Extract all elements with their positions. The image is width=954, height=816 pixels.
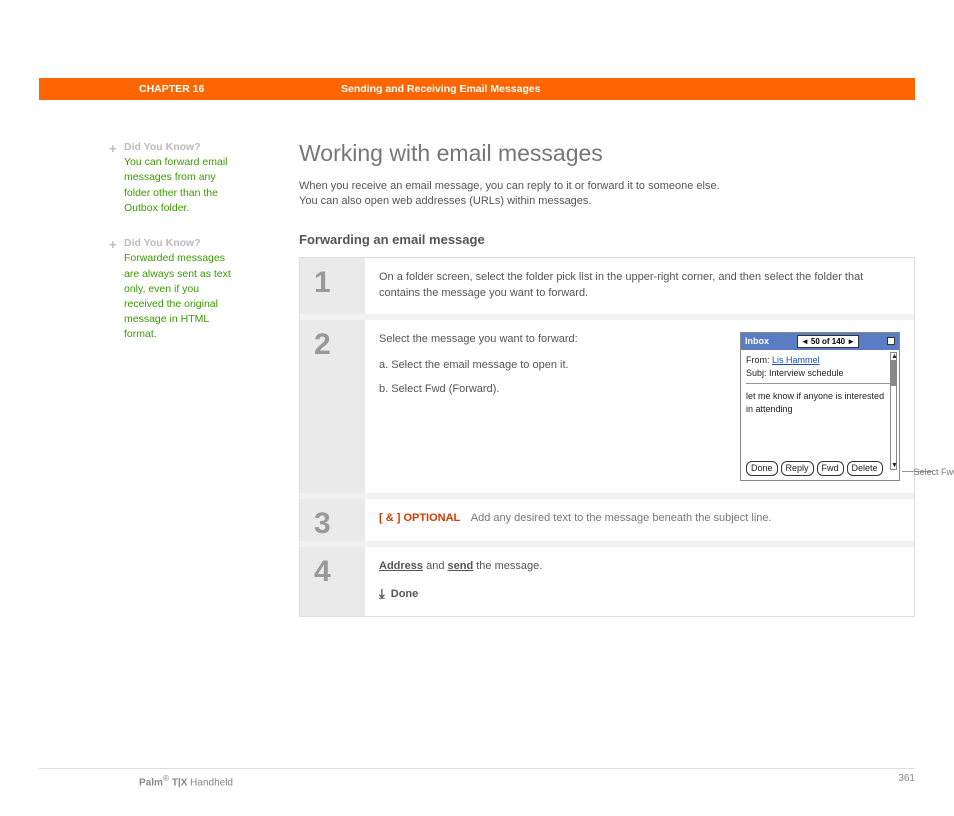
device-fwd-button: Fwd <box>817 461 844 476</box>
menu-icon <box>887 337 895 345</box>
link-address[interactable]: Address <box>379 560 423 572</box>
step-lead: Select the message you want to forward: <box>379 332 722 348</box>
step-number: 4 <box>300 547 365 616</box>
footer-brand: Palm® T|X Handheld <box>39 773 233 788</box>
section-subtitle: Forwarding an email message <box>299 232 915 247</box>
steps-container: 1 On a folder screen, select the folder … <box>299 257 915 617</box>
done-label: Done <box>391 587 419 603</box>
step-content: Select the message you want to forward: … <box>365 320 914 494</box>
step-text: On a folder screen, select the folder pi… <box>379 271 863 299</box>
device-titlebar: Inbox ◄ 50 of 140 ► <box>741 333 899 351</box>
message-body-line: let me know if anyone is interested <box>746 390 894 403</box>
link-send[interactable]: send <box>448 560 474 572</box>
pager-text: 50 of 140 <box>811 336 845 348</box>
did-you-know-block: + Did You Know? Forwarded messages are a… <box>124 236 239 343</box>
chapter-header: CHAPTER 16 Sending and Receiving Email M… <box>39 78 915 100</box>
pager-right-icon: ► <box>847 336 855 348</box>
optional-tag: [ & ] OPTIONAL <box>379 512 460 524</box>
device-done-button: Done <box>746 461 778 476</box>
from-label: From: <box>746 355 772 365</box>
from-name: Lis Hammel <box>772 355 820 365</box>
device-button-row: Done Reply Fwd Delete <box>741 458 899 480</box>
step-number: 1 <box>300 258 365 314</box>
step-number: 3 <box>300 499 365 541</box>
done-arrow-icon: ⤓ <box>379 585 385 604</box>
scroll-up-icon: ▲ <box>891 353 896 360</box>
step-content: On a folder screen, select the folder pi… <box>365 258 914 314</box>
device-delete-button: Delete <box>847 461 883 476</box>
brand-name: Palm <box>139 777 163 788</box>
callout-label: Select Fwd <box>913 466 954 479</box>
step-mid: and <box>423 560 447 572</box>
brand-model: T|X <box>169 777 187 788</box>
scroll-thumb <box>891 360 896 386</box>
did-you-know-block: + Did You Know? You can forward email me… <box>124 140 239 216</box>
step-row: 1 On a folder screen, select the folder … <box>300 258 914 320</box>
scrollbar: ▲ ▼ <box>890 352 897 470</box>
plus-icon: + <box>109 140 117 159</box>
dyk-text: You can forward email messages from any … <box>124 156 228 214</box>
plus-icon: + <box>109 236 117 255</box>
chapter-number: CHAPTER 16 <box>139 83 341 95</box>
subject-line: Subj: Interview schedule <box>746 367 894 384</box>
step-tail: the message. <box>473 560 542 572</box>
subj-label: Subj: <box>746 368 769 378</box>
pager-left-icon: ◄ <box>801 336 809 348</box>
subj-text: Interview schedule <box>769 368 844 378</box>
device-reply-button: Reply <box>781 461 814 476</box>
dyk-label: Did You Know? <box>124 237 201 249</box>
intro-line: When you receive an email message, you c… <box>299 180 720 192</box>
chapter-title: Sending and Receiving Email Messages <box>341 83 541 95</box>
folder-name: Inbox <box>745 335 769 348</box>
step-number: 2 <box>300 320 365 494</box>
page-number: 361 <box>898 773 915 788</box>
scroll-down-icon: ▼ <box>891 462 896 469</box>
message-body-line: in attending <box>746 403 894 416</box>
intro-line: You can also open web addresses (URLs) w… <box>299 195 591 207</box>
from-line: From: Lis Hammel <box>746 354 894 367</box>
step-row: 3 [ & ] OPTIONAL Add any desired text to… <box>300 499 914 547</box>
main-content: Working with email messages When you rec… <box>254 140 915 617</box>
step-substep: b. Select Fwd (Forward). <box>379 382 722 398</box>
brand-tail: Handheld <box>187 777 233 788</box>
done-indicator: ⤓ Done <box>379 585 900 604</box>
page-title: Working with email messages <box>299 140 915 167</box>
step-row: 2 Select the message you want to forward… <box>300 320 914 500</box>
step-content: Address and send the message. ⤓ Done <box>365 547 914 616</box>
step-content: [ & ] OPTIONAL Add any desired text to t… <box>365 499 914 541</box>
optional-text: Add any desired text to the message bene… <box>471 512 772 524</box>
device-screenshot: Inbox ◄ 50 of 140 ► <box>740 332 900 482</box>
page-footer: Palm® T|X Handheld 361 <box>39 768 915 788</box>
step-substep: a. Select the email message to open it. <box>379 358 722 374</box>
sidebar: + Did You Know? You can forward email me… <box>39 140 254 617</box>
dyk-label: Did You Know? <box>124 141 201 153</box>
pager: ◄ 50 of 140 ► <box>797 335 859 349</box>
intro-paragraph: When you receive an email message, you c… <box>299 179 915 210</box>
step-row: 4 Address and send the message. ⤓ Done <box>300 547 914 616</box>
step-text: Address and send the message. <box>379 560 542 572</box>
dyk-text: Forwarded messages are always sent as te… <box>124 252 231 340</box>
